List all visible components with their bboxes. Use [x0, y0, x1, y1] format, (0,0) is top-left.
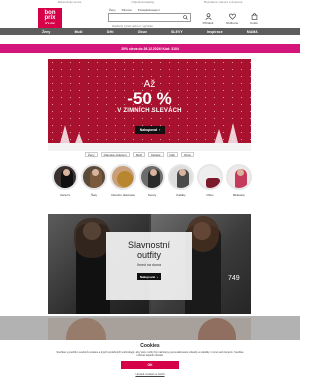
category-image	[226, 164, 252, 190]
feature-title-line2: outfity	[136, 250, 161, 260]
category-item[interactable]: Kabáty	[168, 164, 194, 197]
nav-item-obuv[interactable]: Obuv	[138, 30, 147, 34]
hero-shop-button[interactable]: Nakupovat ›	[135, 126, 165, 134]
cookie-settings-link[interactable]: Upravit cookies a zavřít	[0, 372, 300, 376]
category-image	[168, 164, 194, 190]
category-item[interactable]: Vánoční dekorace	[110, 164, 136, 197]
search-box	[108, 13, 191, 30]
search-tab-panove[interactable]: Pánové	[122, 8, 132, 12]
category-label: Šaty	[90, 193, 97, 197]
chip[interactable]: Muži	[132, 152, 146, 157]
cookie-title: Cookies	[140, 343, 160, 349]
cookie-accept-button[interactable]: OK	[121, 361, 179, 370]
nav-item-zeny[interactable]: Ženy	[42, 30, 50, 34]
nav-item-mama[interactable]: MAMA	[247, 30, 258, 34]
cookie-banner: Cookies Souhlas s použitím souborů cooki…	[0, 340, 300, 386]
search-tab-other[interactable]: Pozapřekvapení	[138, 8, 160, 12]
main-nav: Ženy Muži Děti Obuv SLEVY Inspirace MAMA	[0, 28, 300, 35]
category-item[interactable]: Svetry	[139, 164, 165, 197]
category-image	[110, 164, 136, 190]
chip[interactable]: Obuv	[180, 152, 195, 157]
category-image	[52, 164, 78, 190]
hero-button-label: Nakupovat	[139, 128, 158, 132]
chip[interactable]: Děti	[166, 152, 178, 157]
chip[interactable]: Ženy	[85, 152, 98, 157]
bag-icon	[251, 13, 257, 20]
category-image	[81, 164, 107, 190]
category-label: Vánoční dekorace	[110, 193, 136, 197]
feature-shop-button[interactable]: Nakupovat ›	[137, 273, 161, 280]
user-icon	[204, 13, 212, 20]
wishlist-button[interactable]: Oblíbené	[224, 13, 240, 25]
hero-text: Až -50 % V ZIMNÍCH SLEVÁCH	[48, 79, 251, 114]
cookie-text: Souhlas s použitím souborů cookies a jin…	[56, 351, 244, 358]
arrow-right-icon: ›	[159, 128, 161, 132]
arrow-right-icon: ›	[157, 274, 159, 279]
quick-filter-chips: Ženy Dámské oblečení Muži Dětské Děti Ob…	[85, 152, 195, 157]
nav-item-inspirace[interactable]: Inspirace	[207, 30, 223, 34]
category-label: Obuv	[206, 193, 214, 197]
category-label: Večerní	[59, 193, 71, 197]
login-button[interactable]: Přihlásit	[200, 13, 216, 25]
feature-title-line1: Slavnostní	[127, 240, 171, 250]
category-item[interactable]: Bělostné	[226, 164, 252, 197]
category-image	[139, 164, 165, 190]
category-label: Bělostné	[233, 193, 245, 197]
category-circles: Večerní Šaty Vánoční dekorace Svetry Kab…	[52, 164, 252, 197]
feature-card: Slavnostní outfity Ihned na doma Nakupov…	[106, 232, 192, 300]
category-image	[197, 164, 223, 190]
search-icon[interactable]	[183, 15, 188, 20]
hero-discount: -50 %	[127, 89, 172, 108]
cart-button[interactable]: Košík	[246, 13, 262, 25]
category-item[interactable]: Šaty	[81, 164, 107, 197]
search-tab-zeny[interactable]: Ženy	[109, 8, 116, 12]
login-label: Přihlásit	[202, 21, 214, 25]
category-label: Svetry	[147, 193, 157, 197]
nav-item-slevy[interactable]: SLEVY	[171, 30, 183, 34]
promo-text: 20% sleva do 26.12.2024! Kód: 3104	[121, 46, 179, 51]
nav-item-deti[interactable]: Děti	[107, 30, 114, 34]
feature-subtitle: Ihned na doma	[137, 263, 161, 267]
category-label: Kabáty	[176, 193, 186, 197]
cart-label: Košík	[250, 21, 258, 25]
chip[interactable]: Dámské oblečení	[100, 152, 130, 157]
snow-ground	[48, 143, 251, 151]
heart-icon	[228, 13, 236, 20]
feature-banner[interactable]: Slavnostní outfity Ihned na doma Nakupov…	[48, 214, 251, 314]
hero-line3: V ZIMNÍCH SLEVÁCH	[117, 108, 182, 114]
category-item[interactable]: Obuv	[197, 164, 223, 197]
wishlist-label: Oblíbené	[225, 21, 239, 25]
category-item[interactable]: Večerní	[52, 164, 78, 197]
price-label: 749	[228, 275, 240, 282]
header: bon prix it's me Ženy Pánové Pozapřekvap…	[0, 5, 300, 30]
logo-line3: it's me	[45, 20, 55, 25]
bonprix-logo[interactable]: bon prix it's me	[38, 8, 62, 28]
search-tabs: Ženy Pánové Pozapřekvapení	[109, 8, 160, 12]
nav-item-muzi[interactable]: Muži	[75, 30, 83, 34]
hero-banner[interactable]: Až -50 % V ZIMNÍCH SLEVÁCH Nakupovat ›	[48, 59, 251, 151]
chip[interactable]: Dětské	[148, 152, 164, 157]
promo-banner[interactable]: 20% sleva do 26.12.2024! Kód: 3104	[0, 44, 300, 53]
feature-button-label: Nakupovat	[139, 274, 156, 279]
